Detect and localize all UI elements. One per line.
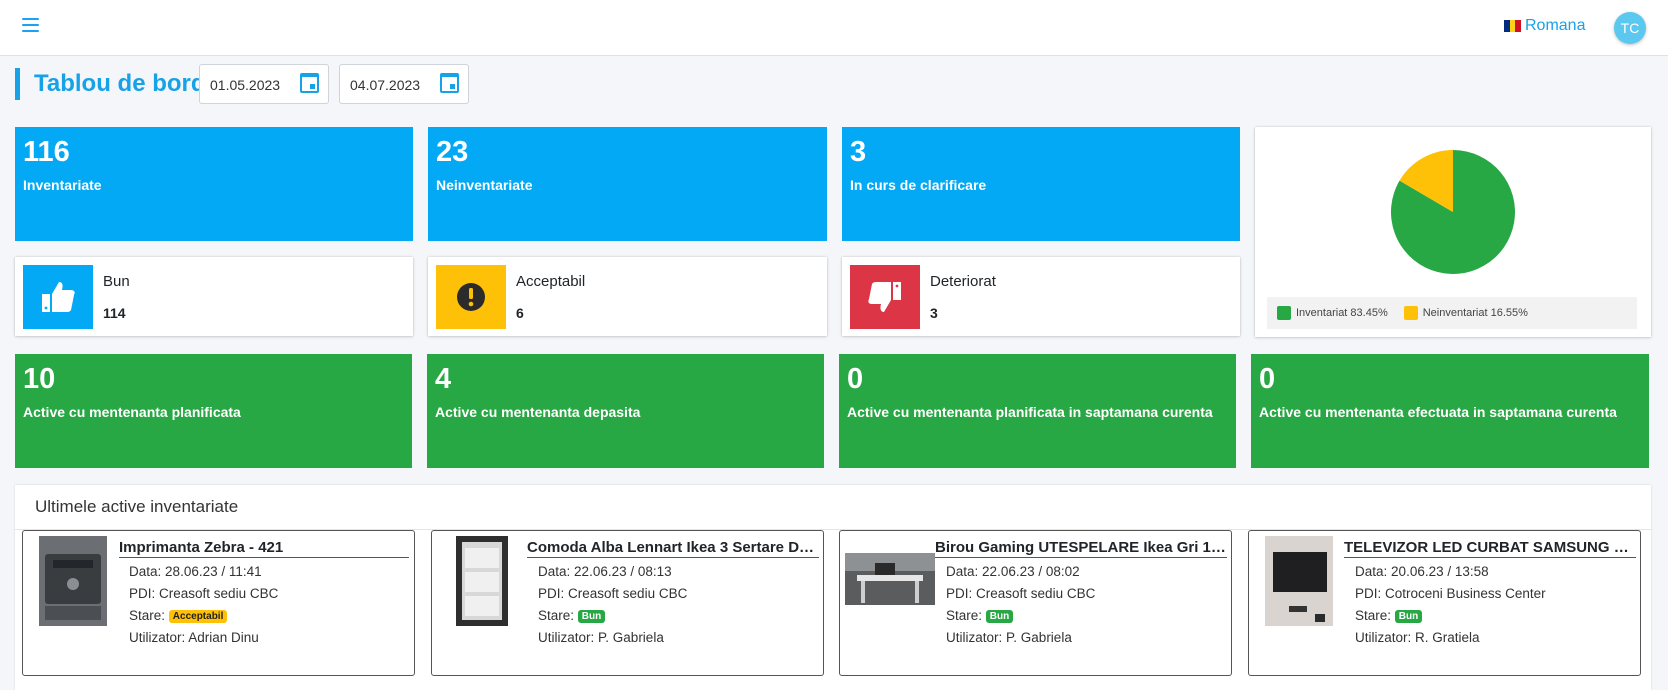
asset-user: Utilizator: P. Gabriela — [946, 630, 1072, 645]
legend-swatch — [1403, 306, 1418, 320]
calendar-icon[interactable] — [440, 73, 459, 93]
asset-thumbnail-tv — [1265, 536, 1333, 626]
asset-state: Stare: Bun — [538, 608, 606, 623]
stat-value: 0 — [847, 363, 864, 395]
language-selector[interactable]: Romana — [1504, 17, 1585, 35]
page-title: Tablou de bord — [34, 70, 206, 97]
date-to-input[interactable]: 04.07.2023 — [339, 64, 469, 104]
asset-state: Stare: Bun — [1355, 608, 1423, 623]
asset-card[interactable]: Birou Gaming UTESPELARE Ikea Gri 16... D… — [839, 530, 1232, 676]
thumbs-up-icon — [23, 265, 93, 329]
stat-value: 23 — [436, 136, 469, 168]
condition-label: Deteriorat — [930, 273, 996, 290]
thumbs-down-icon — [850, 265, 920, 329]
asset-card[interactable]: TELEVIZOR LED CURBAT SAMSUNG Sala... Dat… — [1248, 530, 1641, 676]
condition-card-bun[interactable]: Bun 114 — [15, 257, 413, 336]
recent-assets-title: Ultimele active inventariate — [35, 497, 239, 516]
legend-item-inventariat[interactable]: Inventariat 83.45% — [1277, 306, 1388, 320]
calendar-icon[interactable] — [300, 73, 319, 93]
stat-mentenanta-planificata-saptamana[interactable]: 0 Active cu mentenanta planificata in sa… — [839, 354, 1236, 468]
stat-mentenanta-depasita[interactable]: 4 Active cu mentenanta depasita — [427, 354, 824, 468]
asset-card[interactable]: Comoda Alba Lennart Ikea 3 Sertare De...… — [431, 530, 824, 676]
asset-card[interactable]: Imprimanta Zebra - 421 Data: 28.06.23 / … — [22, 530, 415, 676]
stat-label: Active cu mentenanta planificata — [23, 403, 241, 420]
status-badge: Bun — [577, 610, 606, 623]
asset-state: Stare: Acceptabil — [129, 608, 228, 623]
asset-date: Data: 28.06.23 / 11:41 — [129, 564, 262, 579]
stat-label: Active cu mentenanta efectuata in saptam… — [1259, 403, 1617, 420]
asset-pdi: PDI: Cotroceni Business Center — [1355, 586, 1546, 601]
condition-card-acceptabil[interactable]: Acceptabil 6 — [428, 257, 827, 336]
stat-inventariate[interactable]: 116 Inventariate — [15, 127, 413, 241]
condition-label: Acceptabil — [516, 273, 586, 290]
asset-date: Data: 22.06.23 / 08:13 — [538, 564, 672, 579]
legend-label: Neinventariat 16.55% — [1422, 307, 1528, 319]
asset-user: Utilizator: R. Gratiela — [1355, 630, 1480, 645]
asset-user: Utilizator: Adrian Dinu — [129, 630, 259, 645]
top-bar: Romana TC — [0, 0, 1668, 56]
title-accent — [15, 68, 20, 100]
date-to-value: 04.07.2023 — [350, 77, 421, 93]
legend-item-neinventariat[interactable]: Neinventariat 16.55% — [1403, 306, 1528, 320]
stat-mentenanta-planificata[interactable]: 10 Active cu mentenanta planificata — [15, 354, 412, 468]
pie-legend: Inventariat 83.45% Neinventariat 16.55% — [1267, 297, 1637, 329]
exclamation-icon — [436, 265, 506, 329]
asset-thumbnail-desk — [845, 553, 935, 605]
asset-name[interactable]: Birou Gaming UTESPELARE Ikea Gri 16... — [935, 539, 1227, 558]
asset-pdi: PDI: Creasoft sediu CBC — [946, 586, 1096, 601]
legend-label: Inventariat 83.45% — [1296, 307, 1388, 319]
asset-thumbnail-printer — [39, 536, 107, 626]
condition-value: 114 — [103, 305, 126, 321]
asset-date: Data: 20.06.23 / 13:58 — [1355, 564, 1489, 579]
stat-value: 10 — [23, 363, 56, 395]
inventory-pie-chart — [1391, 150, 1515, 274]
asset-pdi: PDI: Creasoft sediu CBC — [538, 586, 688, 601]
stat-label: Inventariate — [23, 176, 102, 193]
legend-swatch — [1277, 306, 1291, 320]
language-label: Romana — [1525, 17, 1586, 34]
stat-mentenanta-efectuata-saptamana[interactable]: 0 Active cu mentenanta efectuata in sapt… — [1251, 354, 1649, 468]
condition-label: Bun — [103, 273, 130, 290]
asset-name[interactable]: Imprimanta Zebra - 421 — [119, 539, 409, 558]
stat-in-clarificare[interactable]: 3 In curs de clarificare — [842, 127, 1240, 241]
inventory-pie-card: Inventariat 83.45% Neinventariat 16.55% — [1255, 127, 1651, 337]
status-badge: Bun — [985, 610, 1014, 623]
romania-flag-icon — [1504, 20, 1522, 32]
stat-value: 116 — [23, 136, 70, 168]
condition-value: 6 — [516, 305, 524, 321]
stat-label: Active cu mentenanta planificata in sapt… — [847, 403, 1213, 420]
status-badge: Acceptabil — [168, 610, 228, 623]
stat-neinventariate[interactable]: 23 Neinventariate — [428, 127, 827, 241]
status-badge: Bun — [1394, 610, 1423, 623]
asset-user: Utilizator: P. Gabriela — [538, 630, 664, 645]
user-avatar[interactable]: TC — [1614, 12, 1646, 44]
asset-pdi: PDI: Creasoft sediu CBC — [129, 586, 279, 601]
stat-value: 3 — [850, 136, 867, 168]
asset-name[interactable]: TELEVIZOR LED CURBAT SAMSUNG Sala... — [1344, 539, 1636, 558]
stat-value: 4 — [435, 363, 452, 395]
asset-thumbnail-dresser — [456, 536, 508, 626]
stat-label: Neinventariate — [436, 176, 533, 193]
menu-toggle-icon[interactable] — [22, 18, 39, 32]
date-from-input[interactable]: 01.05.2023 — [199, 64, 329, 104]
stat-label: Active cu mentenanta depasita — [435, 403, 641, 420]
date-from-value: 01.05.2023 — [210, 77, 281, 93]
asset-state: Stare: Bun — [946, 608, 1014, 623]
asset-date: Data: 22.06.23 / 08:02 — [946, 564, 1080, 579]
condition-value: 3 — [930, 305, 938, 321]
stat-label: In curs de clarificare — [850, 176, 987, 193]
condition-card-deteriorat[interactable]: Deteriorat 3 — [842, 257, 1240, 336]
asset-name[interactable]: Comoda Alba Lennart Ikea 3 Sertare De... — [527, 539, 819, 558]
stat-value: 0 — [1259, 363, 1276, 395]
